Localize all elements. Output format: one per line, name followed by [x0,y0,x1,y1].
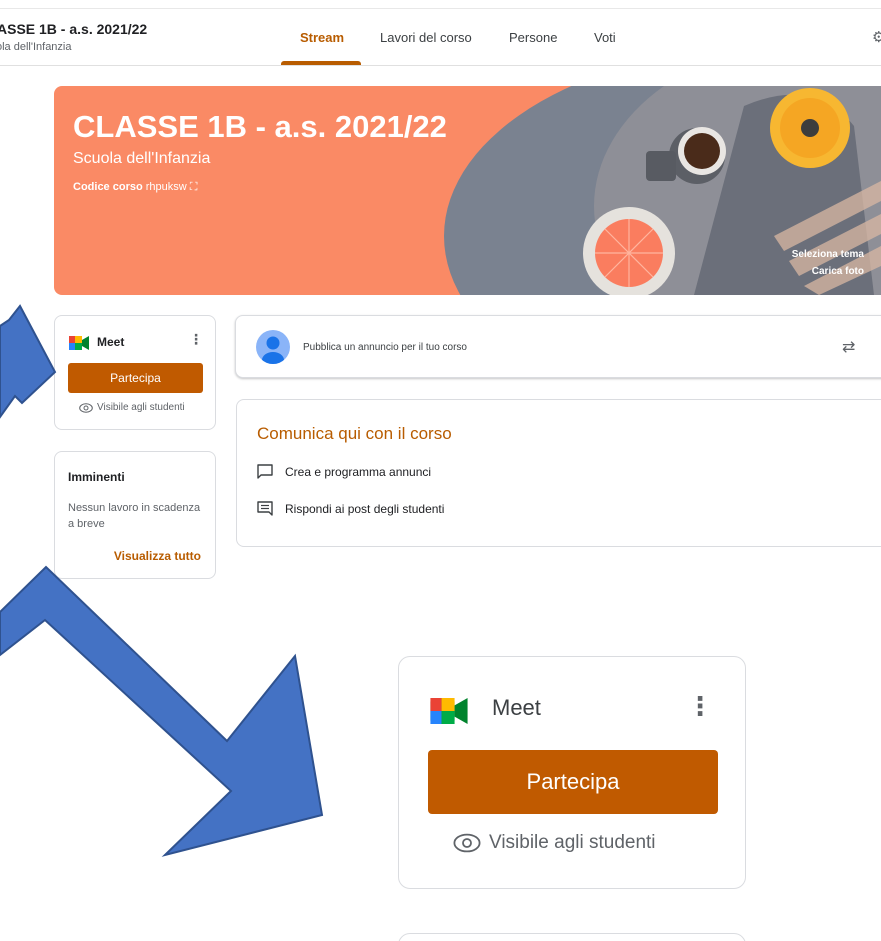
arrow-lower [0,565,324,857]
annotation-arrows [0,304,324,857]
arrow-upper [0,304,57,419]
